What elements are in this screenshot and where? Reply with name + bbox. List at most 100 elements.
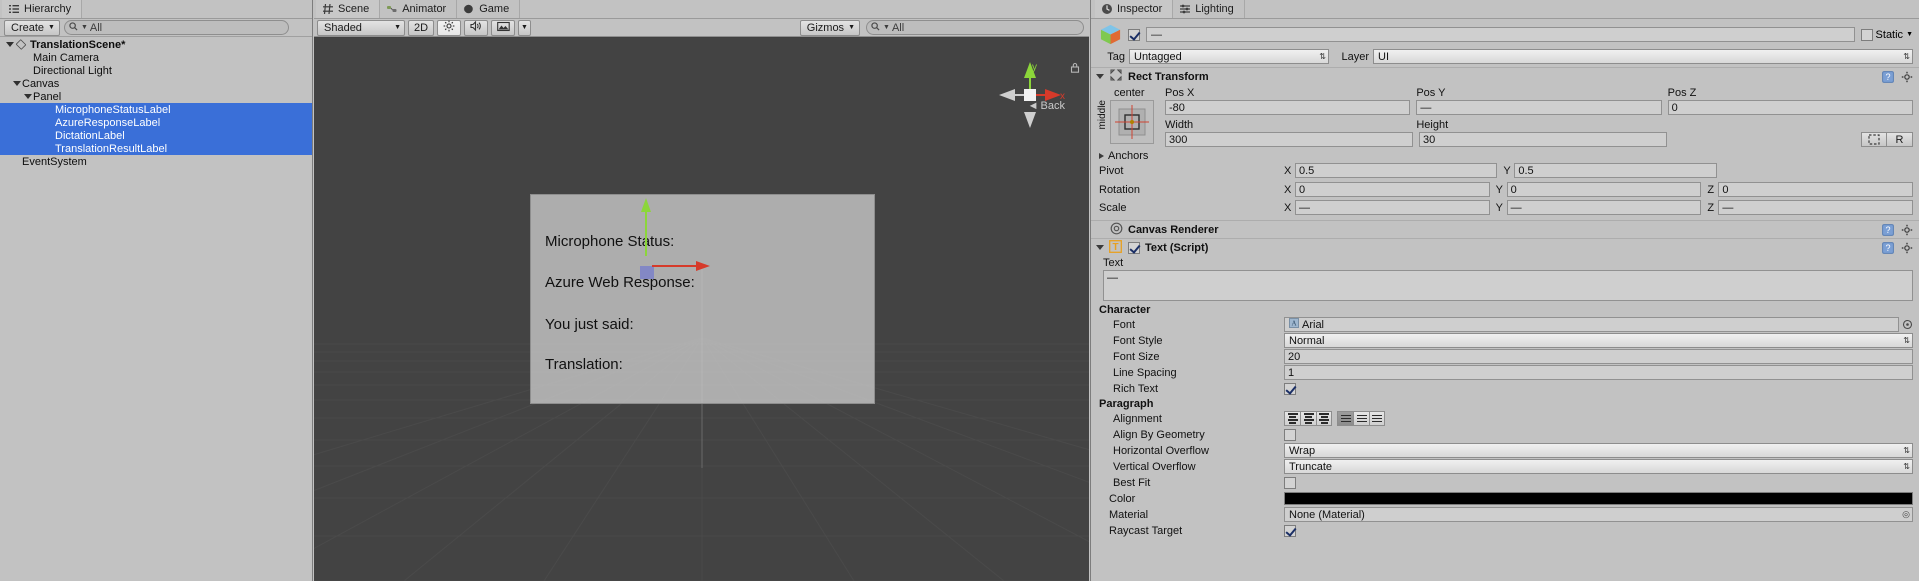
- rect-transform-foldout-icon[interactable]: [1096, 74, 1104, 79]
- chevron-down-icon[interactable]: ▼: [1906, 31, 1913, 38]
- color-swatch[interactable]: [1284, 492, 1913, 505]
- height-input[interactable]: 30: [1419, 132, 1667, 147]
- align-center-button[interactable]: [1300, 411, 1316, 426]
- rect-transform-header[interactable]: Rect Transform ?: [1091, 67, 1919, 85]
- tab-hierarchy[interactable]: Hierarchy: [2, 0, 83, 18]
- text-script-header[interactable]: T Text (Script) ?: [1091, 238, 1919, 256]
- align-bottom-button[interactable]: [1369, 411, 1385, 426]
- scale-z-input[interactable]: —: [1718, 200, 1914, 215]
- hierarchy-item-translationresultlabel[interactable]: TranslationResultLabel: [0, 142, 312, 155]
- effects-toggle-button[interactable]: [491, 19, 515, 36]
- hierarchy-item-directional-light[interactable]: Directional Light: [0, 64, 312, 77]
- lighting-toggle-button[interactable]: [437, 19, 461, 36]
- anchors-foldout-row[interactable]: Anchors: [1091, 147, 1919, 162]
- pos-x-input[interactable]: -80: [1165, 100, 1411, 115]
- rotation-z-input[interactable]: 0: [1718, 182, 1914, 197]
- tab-lighting[interactable]: Lighting: [1173, 0, 1245, 18]
- toggle-2d-button[interactable]: 2D: [408, 19, 434, 36]
- hierarchy-item-canvas[interactable]: Canvas: [0, 77, 312, 90]
- font-style-dropdown[interactable]: Normal ⇅: [1284, 333, 1913, 348]
- svg-text:?: ?: [1885, 243, 1890, 253]
- rotation-x-input[interactable]: 0: [1295, 182, 1490, 197]
- rich-text-label: Rich Text: [1113, 382, 1159, 395]
- create-button[interactable]: Create ▼: [4, 19, 60, 36]
- anchor-preset-button[interactable]: [1110, 100, 1154, 144]
- font-picker-icon[interactable]: [1902, 319, 1913, 330]
- alignment-vertical-group[interactable]: [1337, 411, 1385, 426]
- gameobject-name-field[interactable]: —: [1146, 27, 1855, 42]
- align-top-button[interactable]: [1337, 411, 1353, 426]
- gameobject-enabled-checkbox[interactable]: [1128, 28, 1140, 41]
- tag-dropdown[interactable]: Untagged ⇅: [1129, 49, 1329, 64]
- object-picker-icon[interactable]: ◎: [1902, 509, 1910, 520]
- gear-icon[interactable]: [1901, 242, 1913, 254]
- hierarchy-item-panel[interactable]: Panel: [0, 90, 312, 103]
- hierarchy-search-value: All: [89, 21, 103, 34]
- gear-icon[interactable]: [1901, 71, 1913, 83]
- canvas-renderer-header[interactable]: Canvas Renderer ?: [1091, 220, 1919, 238]
- static-toggle[interactable]: Static ▼: [1860, 28, 1913, 41]
- foldout-icon[interactable]: [22, 94, 33, 99]
- effects-dropdown-button[interactable]: ▼: [518, 19, 531, 36]
- align-middle-button[interactable]: [1353, 411, 1369, 426]
- pos-z-input[interactable]: 0: [1667, 100, 1913, 115]
- scene-viewport[interactable]: Microphone Status: Azure Web Response: You…: [314, 38, 1089, 581]
- line-spacing-input[interactable]: 1: [1284, 365, 1913, 380]
- help-icon[interactable]: ?: [1882, 223, 1894, 236]
- hierarchy-search-input[interactable]: ▼ All: [63, 20, 289, 35]
- text-script-enabled-checkbox[interactable]: [1128, 241, 1140, 254]
- text-script-foldout-icon[interactable]: [1096, 245, 1104, 250]
- material-object-field[interactable]: None (Material) ◎: [1284, 507, 1913, 522]
- pivot-y-input[interactable]: 0.5: [1514, 163, 1717, 178]
- help-icon[interactable]: ?: [1882, 241, 1894, 254]
- tab-inspector[interactable]: Inspector: [1095, 0, 1174, 18]
- hierarchy-item-microphonestatuslabel[interactable]: MicrophoneStatusLabel: [0, 103, 312, 116]
- audio-toggle-button[interactable]: [464, 19, 488, 36]
- anchors-foldout-icon[interactable]: [1099, 153, 1104, 159]
- rotation-y-input[interactable]: 0: [1506, 182, 1702, 197]
- raw-edit-button[interactable]: R: [1887, 132, 1913, 147]
- scene-search-input[interactable]: ▼ All: [866, 20, 1084, 35]
- foldout-icon[interactable]: [11, 81, 22, 86]
- tab-game[interactable]: Game: [457, 0, 521, 18]
- hierarchy-item-azureresponselabel[interactable]: AzureResponseLabel: [0, 116, 312, 129]
- layer-dropdown[interactable]: UI ⇅: [1373, 49, 1913, 64]
- horizontal-overflow-dropdown[interactable]: Wrap ⇅: [1284, 443, 1913, 458]
- gizmos-dropdown[interactable]: Gizmos ▼: [799, 19, 860, 36]
- text-value-textarea[interactable]: —: [1103, 270, 1913, 301]
- hierarchy-item-main-camera[interactable]: Main Camera: [0, 51, 312, 64]
- scale-x-input[interactable]: —: [1295, 200, 1490, 215]
- tab-scene[interactable]: Scene: [316, 0, 381, 18]
- alignment-horizontal-group[interactable]: [1284, 411, 1332, 426]
- help-icon[interactable]: ?: [1882, 70, 1894, 83]
- gear-icon[interactable]: [1901, 224, 1913, 236]
- scene-orientation-gizmo[interactable]: y x: [993, 58, 1067, 132]
- vertical-overflow-dropdown[interactable]: Truncate ⇅: [1284, 459, 1913, 474]
- scene-foldout-icon[interactable]: [4, 42, 15, 47]
- padlock-icon[interactable]: [1070, 62, 1080, 73]
- rotation-y-axis-label: Y: [1495, 183, 1504, 196]
- inspector-tabstrip: Inspector Lighting: [1091, 0, 1919, 19]
- hierarchy-item-dictationlabel[interactable]: DictationLabel: [0, 129, 312, 142]
- pos-y-input[interactable]: —: [1416, 100, 1662, 115]
- width-input[interactable]: 300: [1165, 132, 1413, 147]
- tab-animator[interactable]: Animator: [380, 0, 458, 18]
- align-right-button[interactable]: [1316, 411, 1332, 426]
- font-object-field[interactable]: A Arial: [1284, 317, 1899, 332]
- rich-text-checkbox[interactable]: [1284, 382, 1296, 395]
- pivot-label: Pivot: [1099, 164, 1124, 177]
- align-by-geometry-checkbox[interactable]: [1284, 428, 1296, 441]
- draw-mode-dropdown[interactable]: Shaded ▼: [317, 19, 405, 36]
- static-checkbox[interactable]: [1860, 28, 1873, 41]
- scale-y-input[interactable]: —: [1506, 200, 1702, 215]
- hierarchy-scene-root[interactable]: TranslationScene*: [0, 38, 312, 51]
- hierarchy-item-eventsystem[interactable]: EventSystem: [0, 155, 312, 168]
- align-left-button[interactable]: [1284, 411, 1300, 426]
- scene-gizmo-back-label[interactable]: ◄ Back: [1028, 100, 1065, 112]
- font-size-input[interactable]: 20: [1284, 349, 1913, 364]
- blueprint-mode-button[interactable]: [1861, 132, 1887, 147]
- best-fit-checkbox[interactable]: [1284, 476, 1296, 489]
- pivot-x-input[interactable]: 0.5: [1295, 163, 1498, 178]
- move-tool-gizmo[interactable]: [614, 188, 734, 298]
- raycast-target-checkbox[interactable]: [1284, 524, 1296, 537]
